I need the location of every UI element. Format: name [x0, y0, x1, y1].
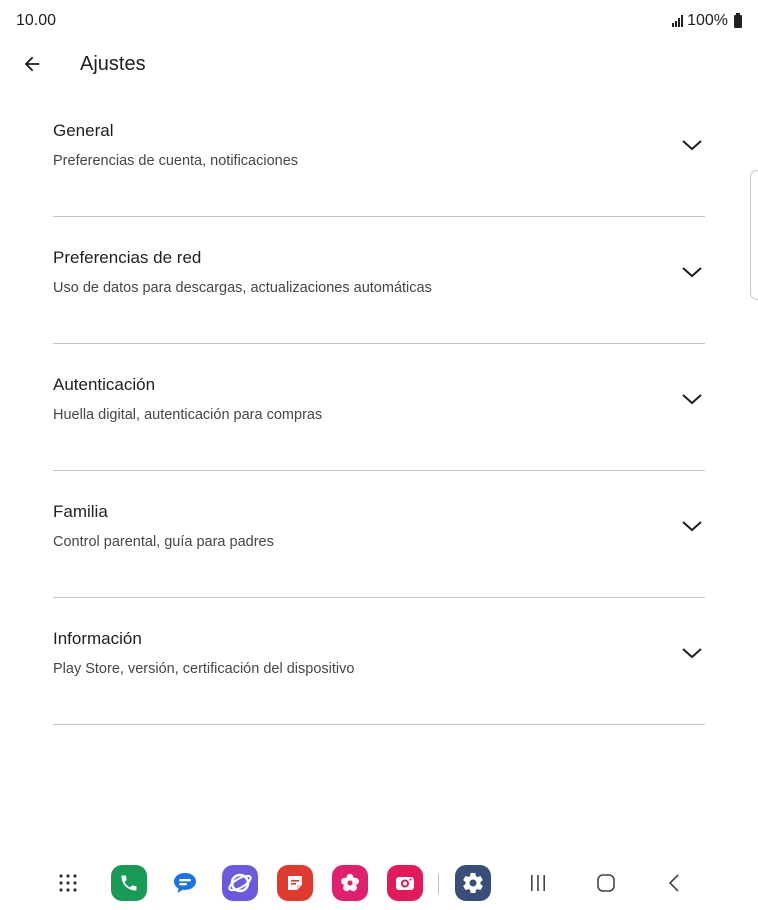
settings-item-family[interactable]: Familia Control parental, guía para padr…	[53, 471, 705, 598]
settings-item-subtitle: Play Store, versión, certificación del d…	[53, 661, 355, 677]
settings-item-title: Familia	[53, 502, 108, 521]
settings-gear-icon	[463, 873, 483, 894]
settings-item-general[interactable]: General Preferencias de cuenta, notifica…	[53, 90, 705, 217]
signal-icon	[672, 15, 684, 27]
bixby-flower-icon	[341, 873, 359, 892]
apps-grid-icon	[59, 874, 77, 892]
internet-icon	[228, 873, 252, 893]
settings-list: General Preferencias de cuenta, notifica…	[53, 90, 705, 725]
phone-app[interactable]	[111, 865, 147, 901]
status-time: 10.00	[16, 12, 57, 29]
taskbar	[0, 858, 758, 910]
chevron-down-icon[interactable]	[679, 643, 705, 663]
messages-icon	[174, 873, 196, 893]
back-nav-icon	[668, 874, 679, 892]
settings-item-subtitle: Huella digital, autenticación para compr…	[53, 407, 323, 423]
settings-item-title: Información	[53, 629, 142, 648]
bixby-flower-app[interactable]	[332, 865, 368, 901]
settings-item-network[interactable]: Preferencias de red Uso de datos para de…	[53, 217, 705, 344]
settings-item-subtitle: Preferencias de cuenta, notificaciones	[53, 153, 299, 169]
battery-percent: 100%	[687, 12, 728, 29]
back-nav-button[interactable]	[656, 865, 692, 901]
edge-panel-handle[interactable]	[750, 170, 758, 300]
apps-grid-button[interactable]	[50, 865, 86, 901]
home-button[interactable]	[588, 865, 624, 901]
taskbar-divider	[438, 874, 439, 894]
settings-item-subtitle: Uso de datos para descargas, actualizaci…	[53, 280, 432, 296]
chevron-down-icon[interactable]	[679, 516, 705, 536]
back-button[interactable]	[14, 46, 50, 82]
settings-item-title: Autenticación	[53, 375, 156, 394]
chevron-down-icon[interactable]	[679, 389, 705, 409]
messages-app[interactable]	[167, 865, 203, 901]
settings-item-subtitle: Control parental, guía para padres	[53, 534, 274, 550]
app-bar: Ajustes	[0, 40, 758, 90]
page-title: Ajustes	[80, 53, 146, 75]
home-icon	[597, 874, 615, 892]
status-bar: 10.00 100%	[0, 0, 758, 40]
chevron-down-icon[interactable]	[679, 262, 705, 282]
arrow-left-icon	[24, 56, 40, 72]
camera-app[interactable]	[387, 865, 423, 901]
notes-icon	[288, 876, 302, 890]
camera-icon	[396, 877, 414, 890]
status-indicators: 100%	[672, 12, 742, 30]
settings-item-authentication[interactable]: Autenticación Huella digital, autenticac…	[53, 344, 705, 471]
recent-apps-button[interactable]	[520, 865, 556, 901]
settings-app[interactable]	[455, 865, 491, 901]
chevron-down-icon[interactable]	[679, 135, 705, 155]
settings-item-title: Preferencias de red	[53, 248, 202, 267]
phone-icon	[121, 875, 137, 891]
notes-app[interactable]	[277, 865, 313, 901]
internet-app[interactable]	[222, 865, 258, 901]
recent-apps-icon	[531, 875, 545, 891]
settings-item-title: General	[53, 121, 114, 140]
battery-icon	[734, 12, 742, 28]
settings-item-information[interactable]: Información Play Store, versión, certifi…	[53, 598, 705, 725]
